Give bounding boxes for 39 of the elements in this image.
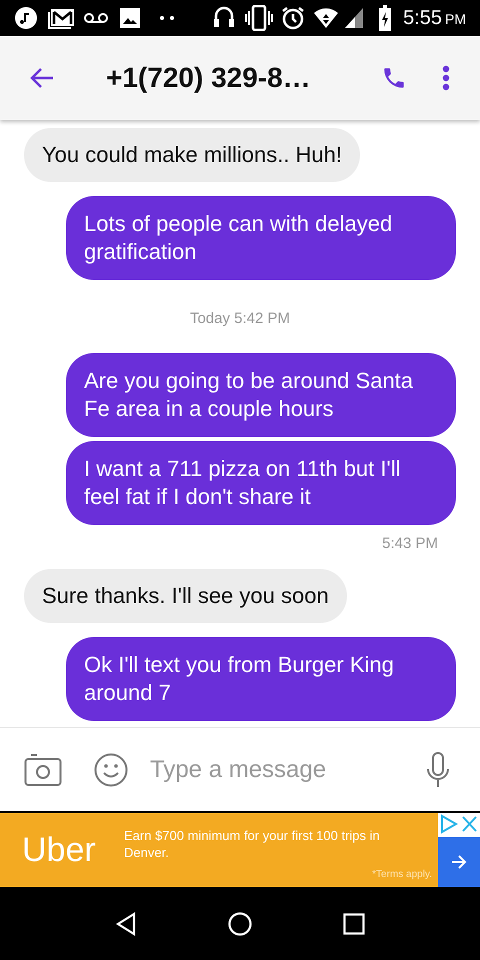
- smiley-icon: [94, 752, 128, 786]
- battery-charging-icon: [379, 5, 392, 31]
- message-timestamp: 5:43 PM: [382, 534, 438, 554]
- image-icon: [120, 8, 140, 28]
- wifi-icon: [313, 7, 340, 29]
- voicemail-icon: [84, 11, 108, 25]
- outgoing-message: I want a 711 pizza on 11th but I'll feel fat if I don't share it: [66, 440, 456, 524]
- outgoing-message: Ok I'll text you from Burger King around 7: [66, 637, 456, 721]
- clock-time: 5:55: [403, 6, 442, 31]
- arrow-right-icon: [451, 855, 467, 869]
- music-icon: [14, 6, 38, 30]
- ad-go-button[interactable]: [438, 837, 480, 887]
- more-icon: [442, 65, 450, 91]
- back-nav-icon[interactable]: [115, 912, 138, 936]
- emoji-button[interactable]: [94, 752, 128, 786]
- microphone-button[interactable]: [426, 752, 450, 788]
- vibrate-icon: [245, 5, 274, 31]
- incoming-message: Sure thanks. I'll see you soon: [24, 569, 347, 623]
- home-nav-icon[interactable]: [228, 912, 252, 936]
- message-input[interactable]: Type a message: [150, 752, 426, 788]
- incoming-message: You could make millions.. Huh!: [24, 128, 360, 182]
- ad-banner[interactable]: Uber Earn $700 minimum for your first 100 trips in Denver. *Terms apply.: [0, 811, 480, 887]
- more-notifications-icon: [160, 16, 174, 20]
- back-arrow-icon: [29, 67, 55, 89]
- ad-text: Earn $700 minimum for your first 100 trips in Denver.: [124, 827, 381, 861]
- microphone-icon: [426, 752, 450, 788]
- outgoing-message: Are you going to be around Santa Fe area in a couple hours: [66, 352, 456, 436]
- camera-icon: [24, 752, 62, 786]
- clock-period: PM: [445, 10, 466, 29]
- alarm-icon: [281, 6, 306, 30]
- signal-icon: [345, 8, 364, 28]
- recents-nav-icon[interactable]: [342, 912, 365, 934]
- ad-brand: Uber: [22, 830, 97, 870]
- contact-title: +1(720) 329-8…: [106, 61, 311, 95]
- date-divider: Today 5:42 PM: [190, 309, 290, 329]
- ad-terms: *Terms apply.: [372, 868, 432, 882]
- mail-icon: [48, 6, 76, 30]
- outgoing-message: Lots of people can with delayed gratification: [66, 196, 456, 280]
- camera-button[interactable]: [24, 752, 62, 788]
